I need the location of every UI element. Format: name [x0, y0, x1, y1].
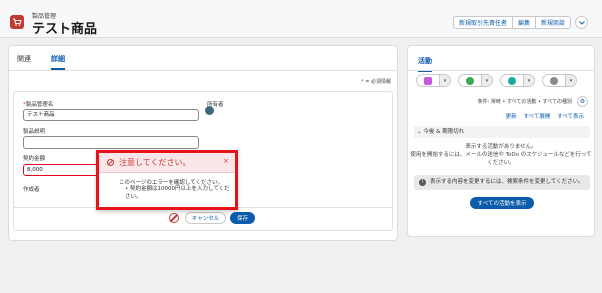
product-name-input[interactable]: テスト商品: [23, 109, 199, 121]
filter-notice-text: 表示する内容を変更するには、検索条件を変更してください。: [430, 179, 584, 185]
error-popover-header: 注意してください。 ×: [99, 153, 235, 173]
view-all-link[interactable]: すべて表示: [557, 114, 584, 120]
show-all-activities-button[interactable]: すべての活動を表示: [470, 197, 534, 209]
no-activity-text: 表示する活動がありません。: [465, 144, 537, 150]
upcoming-overdue-section[interactable]: ⌄ 今後 & 期限切れ: [414, 126, 590, 138]
chevron-down-icon[interactable]: ▾: [523, 75, 534, 86]
tabs-divider: [9, 70, 397, 71]
chevron-down-icon: [578, 20, 585, 25]
new-contact-button[interactable]: 新規取引先責任者: [452, 16, 513, 29]
required-info-text: = 必須情報: [365, 79, 391, 85]
chevron-down-icon[interactable]: ▾: [481, 75, 492, 86]
cancel-button[interactable]: キャンセル: [185, 212, 226, 224]
tab-details[interactable]: 詳細: [51, 54, 65, 70]
record-header: 製品管理 テスト商品 新規取引先責任者 編集 新規商談: [0, 0, 602, 38]
new-opportunity-button[interactable]: 新規商談: [535, 16, 571, 29]
event-icon: [466, 76, 474, 85]
header-actions: 新規取引先責任者 編集 新規商談: [452, 16, 588, 29]
chevron-down-icon: ⌄: [417, 129, 422, 135]
log-call-icon: [424, 76, 432, 85]
edit-button[interactable]: 編集: [512, 16, 536, 29]
close-icon[interactable]: ×: [223, 157, 229, 165]
record-title: テスト商品: [32, 22, 98, 37]
error-popover: 注意してください。 × このページのエラーを確認してください。 • 契約金額は1…: [96, 150, 238, 210]
expand-all-link[interactable]: すべて展開: [523, 114, 550, 120]
activity-card: 活動 ▾ ▾ ▾ ▾ 条件: 常時 • すべての活動 • すべての種別 ⚙ 更新…: [407, 45, 595, 237]
description-input[interactable]: [23, 136, 199, 149]
log-call-button[interactable]: ▾: [416, 74, 451, 87]
task-icon: [508, 76, 516, 85]
no-activity-hint: 使用を開始するには、メールの送信や ToDo のスケジュールなどを行ってください…: [410, 152, 592, 166]
activity-tabs-divider: [408, 70, 594, 71]
contract-amount-label: 契約金額: [23, 156, 46, 162]
error-message[interactable]: • 契約金額は10000円以上を入力してください。: [125, 185, 235, 201]
record-tabs: 関連 詳細: [17, 54, 85, 70]
description-label: 製品説明: [23, 129, 46, 135]
activity-filter-text: 条件: 常時 • すべての活動 • すべての種別: [477, 99, 572, 105]
created-by-label: 作成者: [23, 187, 40, 193]
filter-notice: i 表示する内容を変更するには、検索条件を変更してください。: [414, 175, 590, 190]
new-event-button[interactable]: ▾: [458, 74, 493, 87]
required-star: *: [361, 79, 364, 85]
send-email-button[interactable]: ▾: [542, 74, 577, 87]
info-icon: i: [419, 179, 426, 186]
chevron-down-icon[interactable]: ▾: [439, 75, 450, 86]
product-name-label: *製品管理名: [23, 100, 53, 108]
tab-related[interactable]: 関連: [17, 54, 31, 70]
activity-links: 更新 すべて展開 すべて表示: [501, 112, 584, 120]
no-activity-message: 表示する活動がありません。 使用を開始するには、メールの送信や ToDo のスケ…: [408, 143, 594, 167]
refresh-link[interactable]: 更新: [506, 114, 517, 120]
new-task-button[interactable]: ▾: [500, 74, 535, 87]
save-button[interactable]: 保存: [230, 212, 255, 224]
product-object-icon: [10, 15, 24, 29]
more-actions-button[interactable]: [575, 16, 588, 29]
chevron-down-icon[interactable]: ▾: [565, 75, 576, 86]
email-icon: [550, 76, 558, 85]
product-name-label-text: 製品管理名: [25, 102, 54, 108]
details-card: 関連 詳細 * = 必須情報 *製品管理名 テスト商品 所有者 製品説明 契約金…: [8, 45, 398, 241]
error-icon: [107, 159, 114, 166]
error-indicator-icon[interactable]: [169, 213, 179, 223]
gear-icon[interactable]: ⚙: [577, 96, 588, 107]
error-popover-title: 注意してください。: [119, 158, 191, 167]
required-info: * = 必須情報: [361, 78, 391, 85]
owner-avatar[interactable]: [205, 106, 214, 115]
upcoming-overdue-label: 今後 & 期限切れ: [423, 129, 465, 135]
